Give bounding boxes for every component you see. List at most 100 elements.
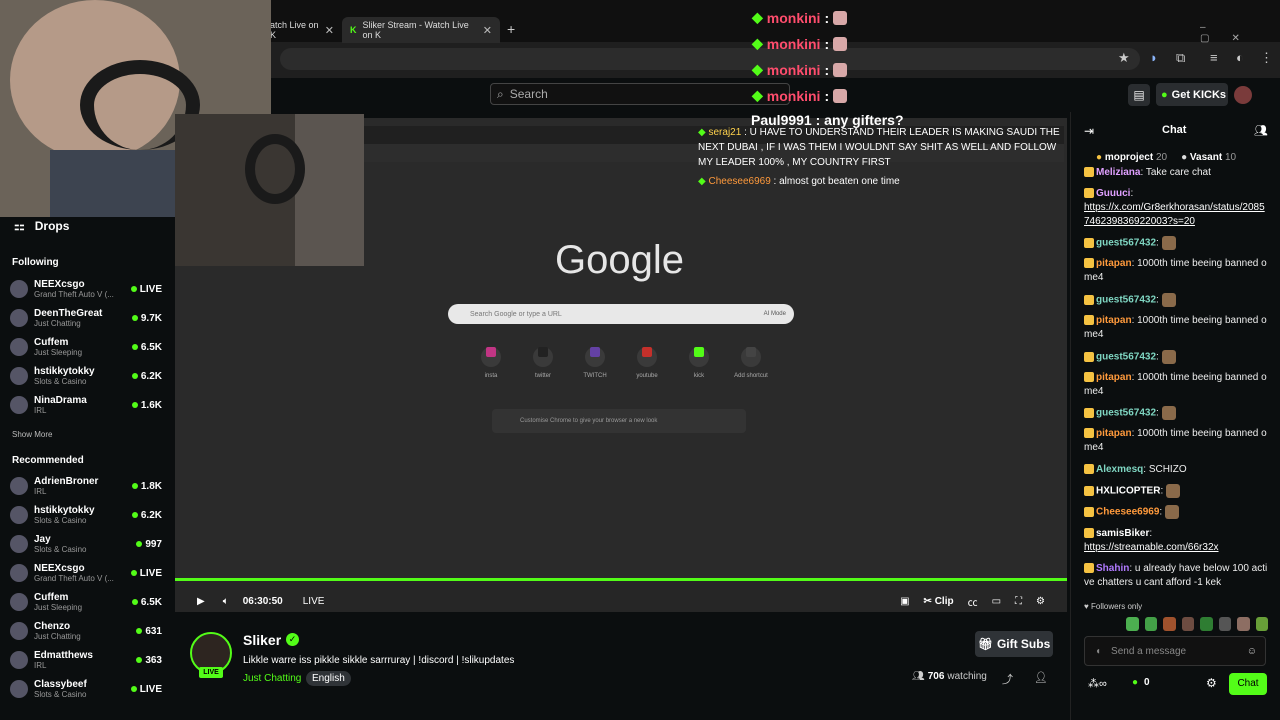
browser-tab-active[interactable]: K Sliker Stream - Watch Live on K ✕ bbox=[342, 17, 500, 43]
emoji-icon[interactable]: ☺ bbox=[1247, 646, 1257, 657]
chat-username[interactable]: Meliziana bbox=[1096, 167, 1140, 178]
chat-username[interactable]: Guuuci bbox=[1096, 188, 1130, 199]
sidebar-channel[interactable]: Cuffem Just Sleeping 6.5K bbox=[10, 588, 162, 616]
new-tab-button[interactable]: + bbox=[507, 21, 515, 37]
play-icon[interactable]: ▶ bbox=[197, 596, 205, 607]
channel-category: Just Chatting bbox=[34, 319, 81, 328]
chat-username[interactable]: Cheesee6969 bbox=[1096, 507, 1159, 518]
extension-icon[interactable]: ◗ bbox=[1150, 50, 1158, 65]
language-tag[interactable]: English bbox=[306, 671, 351, 686]
sidebar-channel[interactable]: NinaDrama IRL 1.6K bbox=[10, 391, 162, 419]
clip-button[interactable]: ✂ Clip bbox=[924, 596, 954, 607]
browse-icon[interactable]: ▤ bbox=[1128, 84, 1150, 106]
collapse-chat-icon[interactable]: ⇥ bbox=[1084, 124, 1094, 138]
chat-users-icon[interactable]: 👥︎ bbox=[1254, 124, 1268, 137]
pip-icon[interactable]: ▭ bbox=[992, 596, 1001, 607]
sidebar-channel[interactable]: Cuffem Just Sleeping 6.5K bbox=[10, 333, 162, 361]
chat-username[interactable]: HXLICOPTER bbox=[1096, 486, 1160, 497]
chat-username[interactable]: Alexmesq bbox=[1096, 464, 1143, 475]
emote[interactable] bbox=[1237, 617, 1250, 631]
profile-icon[interactable]: ◐ bbox=[1236, 50, 1244, 65]
sidebar-channel[interactable]: NEEXcsgo Grand Theft Auto V (... LIVE bbox=[10, 559, 162, 587]
cc-icon[interactable]: ㏄ bbox=[968, 594, 978, 609]
user-avatar[interactable] bbox=[1234, 86, 1252, 104]
sidebar-channel[interactable]: hstikkytokky Slots & Casino 6.2K bbox=[10, 501, 162, 529]
chat-text[interactable]: https://streamable.com/66r32x bbox=[1084, 542, 1219, 553]
close-icon[interactable]: ✕ bbox=[483, 24, 492, 37]
chat-text[interactable]: https://x.com/Gr8erkhorasan/status/20857… bbox=[1084, 202, 1265, 227]
sidebar-channel[interactable]: Classybeef Slots & Casino LIVE bbox=[10, 675, 162, 703]
search-input[interactable]: ⌕ Search bbox=[490, 83, 790, 105]
overlay-monkini-message: ◆ monkini: bbox=[752, 61, 848, 78]
gift-subs-label: Gift Subs bbox=[996, 637, 1051, 651]
emote[interactable] bbox=[1126, 617, 1139, 631]
shortcut-label: kick bbox=[693, 373, 705, 379]
user-badge-icon bbox=[1084, 486, 1094, 496]
share-icon[interactable]: ⤴ bbox=[1002, 671, 1013, 687]
puzzle-icon[interactable]: ⧉ bbox=[1176, 50, 1185, 66]
fullscreen-icon[interactable]: ⛶ bbox=[1015, 596, 1022, 607]
chat-input[interactable]: ◖ Send a message ☺ bbox=[1084, 636, 1266, 666]
viewer-count: LIVE bbox=[130, 284, 162, 295]
count-value: 1.6K bbox=[140, 399, 162, 411]
theater-icon[interactable]: ▣ bbox=[900, 596, 909, 607]
chat-username[interactable]: pitapan bbox=[1096, 258, 1132, 269]
chat-username[interactable]: Shahin bbox=[1096, 563, 1129, 574]
chat-username[interactable]: guest567432 bbox=[1096, 295, 1156, 306]
settings-icon[interactable]: ⚙ bbox=[1036, 596, 1045, 607]
show-more-link[interactable]: Show More bbox=[12, 430, 52, 439]
chat-message: Shahin: u already have below 100 active … bbox=[1084, 563, 1268, 588]
stream-time: 06:30:50 bbox=[242, 595, 283, 607]
emote[interactable] bbox=[1200, 617, 1213, 631]
volume-icon[interactable]: 🔈︎ bbox=[223, 596, 229, 607]
sidebar-channel[interactable]: Edmatthews IRL 363 bbox=[10, 646, 162, 674]
sidebar-channel[interactable]: Jay Slots & Casino 997 bbox=[10, 530, 162, 558]
emote[interactable] bbox=[1163, 617, 1176, 631]
stream-category[interactable]: Just Chatting bbox=[243, 673, 301, 684]
count-value: LIVE bbox=[139, 567, 162, 579]
emote[interactable] bbox=[1218, 617, 1231, 631]
channel-name: Jay bbox=[34, 534, 51, 545]
kicks-balance[interactable]: ● 0 bbox=[1132, 677, 1150, 688]
sidebar-channel[interactable]: NEEXcsgo Grand Theft Auto V (... LIVE bbox=[10, 275, 162, 303]
emote bbox=[833, 88, 848, 103]
chat-username[interactable]: guest567432 bbox=[1096, 352, 1156, 363]
browser-tab[interactable]: atch Live on K ✕ bbox=[262, 17, 342, 43]
channel-name: Edmatthews bbox=[34, 650, 93, 661]
sidebar-channel[interactable]: DeenTheGreat Just Chatting 9.7K bbox=[10, 304, 162, 332]
shortcut-tile: TWITCH bbox=[575, 342, 615, 379]
chat-username[interactable]: pitapan bbox=[1096, 428, 1132, 439]
points-icon[interactable]: ⁂∞ bbox=[1088, 677, 1107, 690]
sidebar-drops[interactable]: ⚏ Drops bbox=[14, 219, 69, 233]
followers-only-text: Followers only bbox=[1090, 602, 1143, 611]
chat-message: samisBiker: https://streamable.com/66r32x bbox=[1084, 528, 1219, 553]
gift-subs-button[interactable]: 🎁︎ Gift Subs bbox=[975, 631, 1053, 657]
chat-username[interactable]: samisBiker bbox=[1096, 528, 1149, 539]
streamer-name[interactable]: Sliker bbox=[243, 632, 281, 648]
window-controls[interactable]: –▢✕ bbox=[1200, 22, 1280, 44]
sidebar-channel[interactable]: Chenzo Just Chatting 631 bbox=[10, 617, 162, 645]
chat-send-button[interactable]: Chat bbox=[1229, 673, 1267, 695]
emote[interactable] bbox=[1181, 617, 1194, 631]
menu-icon[interactable]: ⋮ bbox=[1260, 50, 1273, 66]
follow-user-icon[interactable]: 👤︎ bbox=[1034, 671, 1048, 684]
emote[interactable] bbox=[1255, 617, 1268, 631]
chat-settings-icon[interactable]: ⚙ bbox=[1206, 676, 1217, 690]
chat-username[interactable]: pitapan bbox=[1096, 372, 1132, 383]
sidebar-channel[interactable]: hstikkytokky Slots & Casino 6.2K bbox=[10, 362, 162, 390]
star-icon[interactable]: ★ bbox=[1118, 50, 1130, 66]
address-bar[interactable] bbox=[280, 48, 1140, 70]
chat-username[interactable]: guest567432 bbox=[1096, 408, 1156, 419]
sidebar-channel[interactable]: AdrienBroner IRL 1.8K bbox=[10, 472, 162, 500]
emote bbox=[1166, 484, 1181, 498]
media-icon[interactable]: ≡ bbox=[1210, 50, 1218, 65]
chat-username[interactable]: pitapan bbox=[1096, 315, 1132, 326]
followers-only-label: ♥ Followers only bbox=[1084, 602, 1143, 611]
chat-message: pitapan: 1000th time beeing banned ome4 bbox=[1084, 372, 1267, 397]
get-kicks-button[interactable]: ● Get KICKs bbox=[1156, 83, 1228, 106]
viewer-count: 997 bbox=[136, 539, 162, 550]
emote[interactable] bbox=[1144, 617, 1157, 631]
close-icon[interactable]: ✕ bbox=[325, 24, 334, 37]
progress-bar[interactable] bbox=[175, 578, 1067, 581]
chat-username[interactable]: guest567432 bbox=[1096, 238, 1156, 249]
